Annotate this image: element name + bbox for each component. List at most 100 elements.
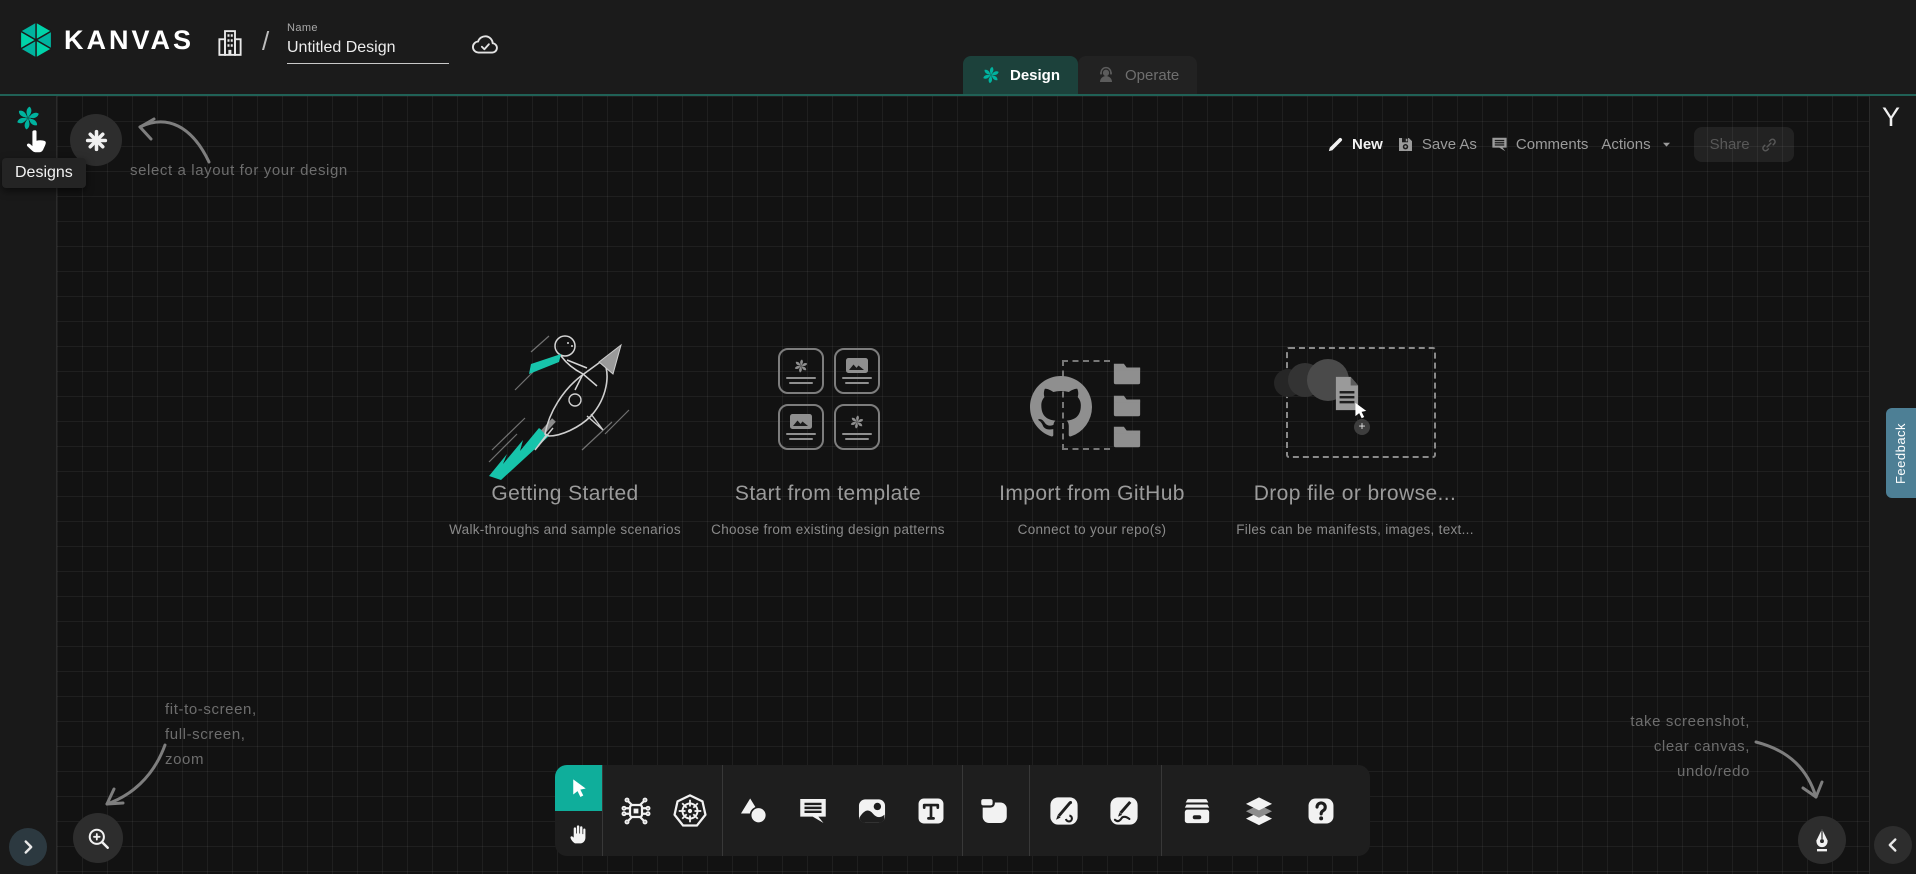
comments-button[interactable]: Comments [1490, 135, 1589, 154]
image-icon [855, 794, 889, 828]
left-rail [0, 96, 57, 874]
zoom-hint-line2: full-screen, [165, 722, 257, 747]
chevron-left-icon [1882, 834, 1904, 856]
zoom-hint-line1: fit-to-screen, [165, 697, 257, 722]
brand-logo[interactable]: KANVAS [16, 20, 194, 60]
tab-design-label: Design [1010, 67, 1060, 84]
save-as-button[interactable]: Save As [1396, 135, 1477, 154]
toolbar-group-draw [1030, 765, 1161, 856]
comment-icon [1490, 135, 1509, 154]
share-label: Share [1710, 136, 1750, 153]
app-header: KANVAS / Name 0 Sign In [0, 0, 1916, 94]
card-getting-started[interactable]: Getting Started Walk-throughs and sample… [445, 330, 685, 560]
canvas-actions-button[interactable] [1798, 816, 1846, 864]
comment-tool[interactable] [795, 793, 831, 829]
card-title: Import from GitHub [972, 482, 1212, 506]
container-shape-icon [977, 794, 1011, 828]
chevron-right-icon [17, 836, 39, 858]
zoom-in-icon [85, 825, 112, 852]
help-tool[interactable] [1303, 793, 1339, 829]
toolbar-group-infra [603, 765, 722, 856]
card-subtitle: Connect to your repo(s) [972, 522, 1212, 537]
tab-operate[interactable]: Operate [1078, 56, 1197, 94]
card-title: Start from template [708, 482, 948, 506]
chevron-down-icon [1658, 136, 1675, 153]
shapes-icon [737, 794, 771, 828]
canvas-top-border [0, 94, 1916, 96]
container-tool[interactable] [976, 793, 1012, 829]
design-name-block: Name [287, 22, 449, 64]
kubernetes-wheel-icon [672, 793, 708, 829]
organization-icon[interactable] [215, 28, 245, 63]
actions-hint-line1: take screenshot, [1560, 709, 1750, 734]
card-subtitle: Choose from existing design patterns [708, 522, 948, 537]
operate-person-icon [1096, 65, 1116, 85]
share-button[interactable]: Share [1694, 127, 1794, 162]
freehand-tool[interactable] [1106, 793, 1142, 829]
feedback-tab[interactable]: Feedback [1886, 408, 1916, 498]
template-cell-shutter [834, 404, 880, 450]
tab-operate-label: Operate [1125, 67, 1179, 84]
pointer-tools [555, 765, 602, 856]
catalog-tool[interactable] [1179, 793, 1215, 829]
rocket-illustration [445, 330, 685, 478]
tab-design[interactable]: Design [963, 56, 1078, 94]
folder-icon [1112, 423, 1142, 453]
drawer-icon [1180, 794, 1214, 828]
expand-left-panel-button[interactable] [9, 828, 47, 866]
right-panel-y-icon[interactable]: Y [1882, 102, 1900, 133]
template-grid-illustration [708, 330, 948, 478]
question-mark-icon [1304, 794, 1338, 828]
brand-name: KANVAS [64, 25, 194, 56]
card-import-from-github[interactable]: Import from GitHub Connect to your repo(… [972, 330, 1212, 560]
folder-icon [1112, 392, 1142, 422]
shapes-tool[interactable] [736, 793, 772, 829]
pan-tool[interactable] [555, 811, 602, 857]
actions-hint-line3: undo/redo [1560, 759, 1750, 784]
toolbar-group-annotate [723, 765, 962, 856]
text-tool[interactable] [913, 793, 949, 829]
layout-hint-text: select a layout for your design [130, 162, 348, 179]
folder-icon [1112, 360, 1142, 390]
card-subtitle: Walk-throughs and sample scenarios [445, 522, 685, 537]
select-tool[interactable] [555, 765, 602, 811]
card-subtitle: Files can be manifests, images, text... [1235, 522, 1475, 537]
comments-label: Comments [1516, 136, 1589, 153]
plus-badge: + [1354, 419, 1370, 435]
new-design-button[interactable]: New [1326, 135, 1383, 154]
kubernetes-tool[interactable] [672, 793, 708, 829]
template-cell-shutter [778, 348, 824, 394]
github-icon [1030, 376, 1092, 443]
design-name-label: Name [287, 22, 449, 34]
save-as-label: Save As [1422, 136, 1477, 153]
card-drop-file[interactable]: + Drop file or browse... Files can be ma… [1235, 330, 1475, 560]
toolbar-group-misc [1162, 765, 1367, 856]
design-actions-toolbar: New Save As Comments Actions Share [1326, 127, 1794, 162]
component-tool[interactable] [618, 793, 654, 829]
edge-tool[interactable] [1046, 793, 1082, 829]
pen-path-icon [1047, 794, 1081, 828]
template-cell-image [834, 348, 880, 394]
zoom-button[interactable] [73, 813, 123, 863]
layers-tool[interactable] [1241, 793, 1277, 829]
new-label: New [1352, 136, 1383, 153]
actions-dropdown[interactable]: Actions [1601, 136, 1674, 153]
card-start-from-template[interactable]: Start from template Choose from existing… [708, 330, 948, 560]
layers-icon [1242, 794, 1276, 828]
asterisk-icon [84, 128, 109, 153]
card-title: Getting Started [445, 482, 685, 506]
feedback-label: Feedback [1894, 422, 1909, 483]
pencil-icon [1326, 135, 1345, 154]
cloud-sync-icon [470, 30, 500, 65]
zoom-hint-text: fit-to-screen, full-screen, zoom [165, 697, 257, 772]
image-tool[interactable] [854, 793, 890, 829]
design-shutter-icon [981, 65, 1001, 85]
floppy-icon [1396, 135, 1415, 154]
text-t-icon [914, 794, 948, 828]
designs-tooltip: Designs [2, 158, 86, 188]
comment-icon [796, 794, 830, 828]
hand-icon [566, 821, 591, 846]
mode-tabs: Design Operate [963, 56, 1197, 94]
design-name-input[interactable] [287, 37, 449, 64]
collapse-right-panel-button[interactable] [1874, 826, 1912, 864]
